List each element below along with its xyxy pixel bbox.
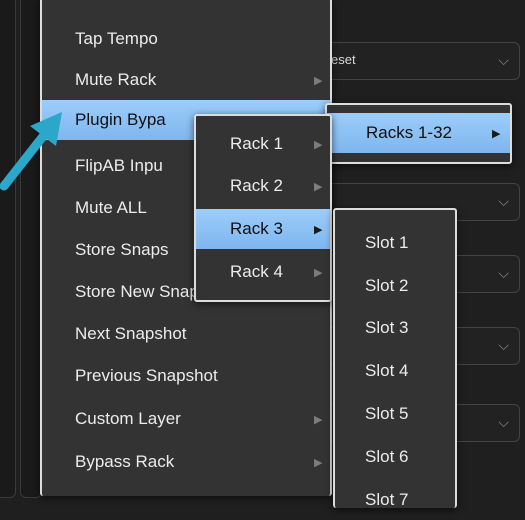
menu-item-label: Store Snaps	[75, 240, 169, 259]
menu-item-tap-tempo[interactable]: Tap Tempo	[42, 19, 330, 59]
chevron-down-icon[interactable]: ⌵	[498, 337, 509, 354]
menu-item-rack-3[interactable]: Rack 3 ▶	[196, 209, 330, 249]
menu-item-bypass-rack[interactable]: Bypass Rack ▶	[42, 442, 330, 482]
menu-item-rack-1[interactable]: Rack 1 ▶	[196, 124, 330, 164]
preset-dropdown[interactable]: eset ⌵	[312, 42, 520, 80]
menu-item-label: Plugin Bypa	[75, 110, 166, 129]
menu-item-slot-5[interactable]: Slot 5	[335, 394, 455, 434]
menu-item-label: Rack 4	[230, 262, 283, 281]
chevron-down-icon[interactable]: ⌵	[498, 52, 509, 69]
menu-item-racks-1-32[interactable]: Racks 1-32 ▶	[327, 113, 510, 153]
triangle-right-icon: ▶	[314, 457, 323, 469]
menu-item-label: Slot 5	[365, 404, 409, 423]
chevron-down-icon[interactable]: ⌵	[498, 414, 509, 431]
submenu-slots: Slot 1 Slot 2 Slot 3 Slot 4 Slot 5 Slot …	[333, 208, 457, 509]
menu-item-slot-2[interactable]: Slot 2	[335, 266, 455, 306]
menu-item-label: Slot 6	[365, 447, 409, 466]
menu-item-label: Slot 4	[365, 361, 409, 380]
triangle-right-icon: ▶	[314, 224, 323, 236]
menu-item-label: Mute Rack	[75, 70, 157, 89]
menu-item-rack-4[interactable]: Rack 4 ▶	[196, 252, 330, 292]
triangle-right-icon: ▶	[314, 139, 323, 151]
menu-item-slot-6[interactable]: Slot 6	[335, 437, 455, 477]
triangle-right-icon: ▶	[314, 75, 323, 87]
preset-dropdown-label: eset	[331, 52, 356, 67]
triangle-right-icon: ▶	[314, 267, 323, 279]
submenu-racks-range: Racks 1-32 ▶	[325, 103, 512, 164]
menu-item-label: Rack 1	[230, 134, 283, 153]
menu-item-label: Mute ALL	[75, 198, 147, 217]
triangle-right-icon: ▶	[492, 128, 501, 140]
menu-item-slot-3[interactable]: Slot 3	[335, 308, 455, 348]
menu-item-slot-4[interactable]: Slot 4	[335, 351, 455, 391]
menu-item-label: Slot 3	[365, 318, 409, 337]
menu-item-label: Bypass Rack	[75, 452, 175, 471]
menu-item-slot-1[interactable]: Slot 1	[335, 223, 455, 263]
arrow-pointer-icon	[0, 112, 62, 191]
menu-item-label: Rack 2	[230, 176, 283, 195]
background-strip-right	[20, 0, 42, 498]
chevron-down-icon[interactable]: ⌵	[498, 265, 509, 282]
triangle-right-icon: ▶	[314, 181, 323, 193]
chevron-down-icon[interactable]: ⌵	[498, 193, 509, 210]
menu-item-label: Slot 7	[365, 490, 409, 509]
menu-item-next-snapshot[interactable]: Next Snapshot	[42, 314, 330, 354]
menu-item-label: Rack 3	[230, 219, 283, 238]
menu-item-custom-layer[interactable]: Custom Layer ▶	[42, 399, 330, 439]
menu-item-rack-2[interactable]: Rack 2 ▶	[196, 166, 330, 206]
menu-item-label: Previous Snapshot	[75, 366, 218, 385]
menu-item-label: Next Snapshot	[75, 324, 187, 343]
menu-item-mute-rack[interactable]: Mute Rack ▶	[42, 60, 330, 100]
menu-item-slot-7[interactable]: Slot 7	[335, 480, 455, 520]
menu-item-label: Custom Layer	[75, 409, 181, 428]
menu-item-label: Slot 2	[365, 276, 409, 295]
background-strip-left	[0, 0, 16, 498]
menu-item-label: FlipAB Inpu	[75, 156, 163, 175]
menu-item-label: Slot 1	[365, 233, 409, 252]
menu-item-previous-snapshot[interactable]: Previous Snapshot	[42, 356, 330, 396]
triangle-right-icon: ▶	[314, 414, 323, 426]
submenu-racks: Rack 1 ▶ Rack 2 ▶ Rack 3 ▶ Rack 4 ▶	[194, 114, 332, 302]
menu-item-label: Racks 1-32	[366, 123, 452, 142]
menu-item-label: Tap Tempo	[75, 29, 158, 48]
